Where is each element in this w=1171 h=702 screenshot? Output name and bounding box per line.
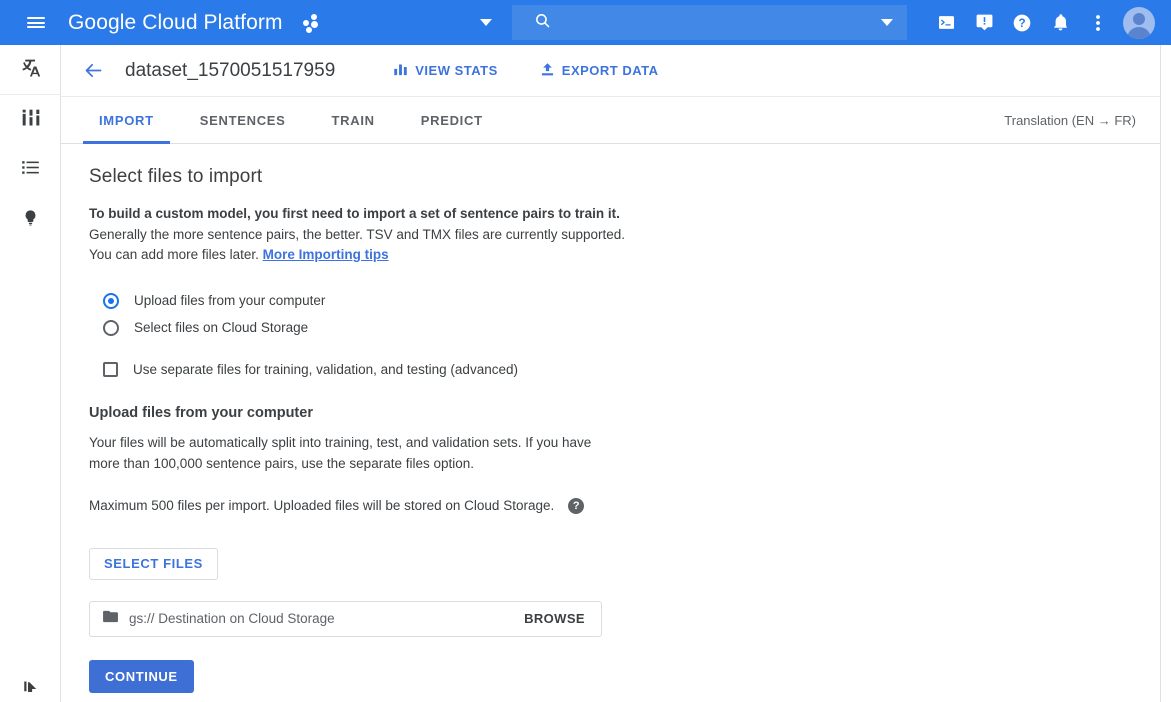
collapse-icon xyxy=(22,680,40,702)
checkbox-unchecked-icon xyxy=(103,362,118,377)
top-app-bar: Google Cloud Platform ? xyxy=(0,0,1171,45)
sidebar-collapse[interactable] xyxy=(0,680,61,702)
sidebar-item-datasets[interactable] xyxy=(0,145,61,195)
feedback-icon[interactable] xyxy=(965,0,1003,45)
intro-line-3: You can add more files later. More Impor… xyxy=(89,245,1160,266)
translate-icon xyxy=(18,54,44,85)
folder-icon xyxy=(102,608,119,630)
account-avatar[interactable] xyxy=(1123,7,1155,39)
lightbulb-icon xyxy=(22,209,39,231)
help-icon[interactable]: ? xyxy=(1003,0,1041,45)
radio-upload-from-computer[interactable]: Upload files from your computer xyxy=(89,288,1160,314)
browse-button[interactable]: BROWSE xyxy=(524,611,585,626)
export-data-label: EXPORT DATA xyxy=(562,63,659,78)
intro-paragraph: To build a custom model, you first need … xyxy=(89,204,1160,266)
max-files-note: Maximum 500 files per import. Uploaded f… xyxy=(89,498,1160,514)
more-importing-tips-link[interactable]: More Importing tips xyxy=(263,247,389,262)
subsection-title: Upload files from your computer xyxy=(89,405,1160,421)
intro-line-2: Generally the more sentence pairs, the b… xyxy=(89,225,1160,246)
brand-title: Google Cloud Platform xyxy=(68,11,283,35)
bar-chart-icon xyxy=(393,62,408,80)
hamburger-menu-icon[interactable] xyxy=(12,0,60,45)
top-bar-icon-group: ? xyxy=(927,0,1163,45)
export-upload-icon xyxy=(540,62,555,80)
more-options-icon[interactable] xyxy=(1079,0,1117,45)
main-panel: dataset_1570051517959 VIEW STATS xyxy=(61,45,1161,702)
page-title: dataset_1570051517959 xyxy=(125,60,335,82)
section-title: Select files to import xyxy=(89,166,1160,188)
left-icon-rail xyxy=(0,45,61,702)
checkbox-separate-files[interactable]: Use separate files for training, validat… xyxy=(89,362,1160,377)
project-selector-chevron-down-icon[interactable] xyxy=(473,0,499,45)
export-data-button[interactable]: EXPORT DATA xyxy=(540,62,659,80)
notifications-icon[interactable] xyxy=(1041,0,1079,45)
back-arrow-icon[interactable] xyxy=(83,60,104,81)
panel-header: dataset_1570051517959 VIEW STATS xyxy=(61,45,1160,97)
radio-unselected-icon xyxy=(103,320,119,336)
radio-select-on-cloud-storage[interactable]: Select files on Cloud Storage xyxy=(89,315,1160,341)
intro-line-3-text: You can add more files later. xyxy=(89,247,263,262)
subsection-line-2: more than 100,000 sentence pairs, use th… xyxy=(89,453,1160,474)
tab-bar: IMPORT SENTENCES TRAIN PREDICT Translati… xyxy=(61,97,1160,144)
svg-text:?: ? xyxy=(1018,17,1025,30)
view-stats-label: VIEW STATS xyxy=(415,63,498,78)
cloud-shell-icon[interactable] xyxy=(927,0,965,45)
tab-train[interactable]: TRAIN xyxy=(316,97,391,143)
language-pair-label: Translation (EN → FR) xyxy=(1004,97,1160,143)
help-circle-icon[interactable]: ? xyxy=(568,498,584,514)
dashboard-chart-icon xyxy=(21,108,41,133)
sidebar-item-translation[interactable] xyxy=(0,45,61,95)
list-icon xyxy=(21,158,40,182)
tab-predict[interactable]: PREDICT xyxy=(405,97,499,143)
app-root: Google Cloud Platform ? xyxy=(0,0,1171,702)
max-files-note-text: Maximum 500 files per import. Uploaded f… xyxy=(89,498,554,513)
search-chevron-down-icon[interactable] xyxy=(881,19,893,26)
tab-sentences[interactable]: SENTENCES xyxy=(184,97,302,143)
gs-prefix: gs:// xyxy=(129,611,155,626)
subsection-line-1: Your files will be automatically split i… xyxy=(89,432,1160,453)
sidebar-item-dashboard[interactable] xyxy=(0,95,61,145)
cloud-storage-destination-field[interactable]: gs:// Destination on Cloud Storage BROWS… xyxy=(89,601,602,637)
destination-placeholder: gs:// Destination on Cloud Storage xyxy=(129,611,524,626)
subsection-paragraph: Your files will be automatically split i… xyxy=(89,432,1160,474)
radio-selected-icon xyxy=(103,293,119,309)
search-bar[interactable] xyxy=(512,5,907,40)
select-files-button[interactable]: SELECT FILES xyxy=(89,548,218,580)
sidebar-item-tips[interactable] xyxy=(0,195,61,245)
radio-upload-from-computer-label: Upload files from your computer xyxy=(134,293,325,308)
continue-button[interactable]: CONTINUE xyxy=(89,660,194,693)
checkbox-separate-files-label: Use separate files for training, validat… xyxy=(133,362,518,377)
tab-import[interactable]: IMPORT xyxy=(83,97,170,143)
view-stats-button[interactable]: VIEW STATS xyxy=(393,62,498,80)
radio-select-on-cloud-storage-label: Select files on Cloud Storage xyxy=(134,320,308,335)
gs-placeholder-text: Destination on Cloud Storage xyxy=(158,611,334,626)
google-cloud-logo-icon xyxy=(301,12,323,34)
search-icon xyxy=(534,12,551,34)
import-content: Select files to import To build a custom… xyxy=(61,144,1160,693)
intro-line-1: To build a custom model, you first need … xyxy=(89,204,1160,225)
import-source-radio-group: Upload files from your computer Select f… xyxy=(89,288,1160,341)
search-input[interactable] xyxy=(565,14,907,32)
